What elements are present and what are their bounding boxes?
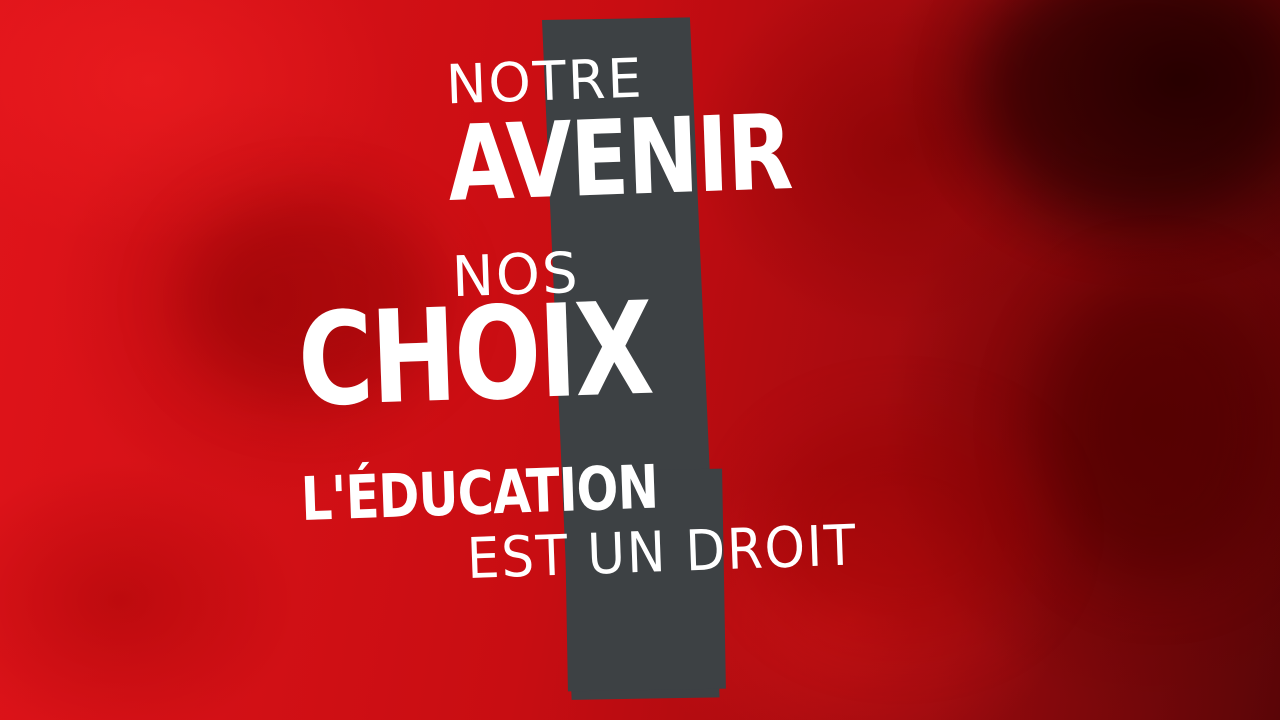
headline-education: L'ÉDUCATION bbox=[299, 452, 660, 535]
dark-smoke-cloud bbox=[1040, 280, 1280, 580]
headline-choix: CHOIX bbox=[295, 274, 654, 436]
headline-avenir: AVENIR bbox=[445, 91, 794, 225]
headline-est-un-droit: EST UN DROIT bbox=[465, 513, 859, 592]
